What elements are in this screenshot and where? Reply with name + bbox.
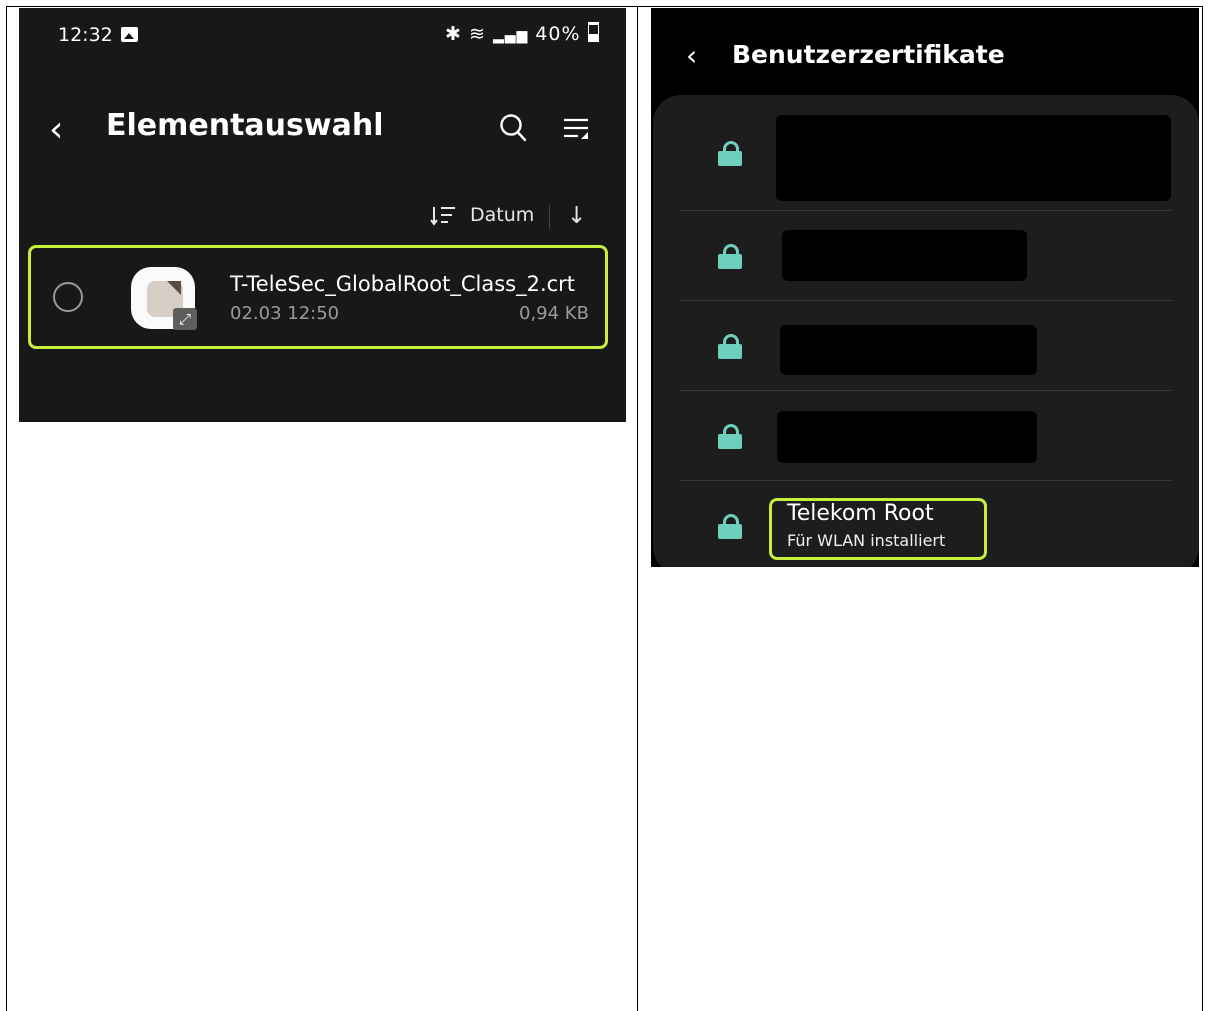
arrow-down-icon[interactable]: ↓: [567, 203, 586, 229]
certificate-item-redacted[interactable]: [776, 115, 1171, 201]
chevron-left-icon: ‹: [686, 39, 698, 72]
sort-divider: [549, 205, 550, 229]
file-name: T-TeleSec_GlobalRoot_Class_2.crt: [230, 272, 576, 296]
sort-label[interactable]: Datum: [470, 204, 534, 226]
row-divider: [680, 300, 1173, 301]
lock-icon: [718, 424, 742, 450]
table-border-left: [6, 6, 7, 1011]
image-icon: [121, 27, 138, 42]
certificate-item-redacted[interactable]: [782, 230, 1027, 281]
page-title: Elementauswahl: [106, 108, 384, 143]
certificate-name: Telekom Root: [787, 501, 934, 526]
file-date: 02.03 12:50: [230, 303, 340, 324]
menu-icon[interactable]: [563, 116, 589, 142]
row-divider: [680, 480, 1173, 481]
sort-icon[interactable]: [430, 205, 458, 227]
status-indicators: ✱ ≋ ▂▄▆ 40%: [445, 22, 599, 45]
user-certificates-screen: ‹ Benutzerzertifikate Telekom Root Für W…: [651, 8, 1199, 567]
certificate-item-redacted[interactable]: [780, 325, 1037, 375]
lock-icon: [718, 514, 742, 540]
battery-level: 40%: [535, 23, 581, 45]
wifi-icon: ≋: [468, 23, 486, 45]
certificate-subtitle: Für WLAN installiert: [787, 531, 946, 550]
page-title: Benutzerzertifikate: [732, 40, 1005, 69]
battery-icon: [587, 22, 599, 42]
back-button[interactable]: ‹: [686, 39, 697, 72]
chevron-left-icon: ‹: [49, 109, 64, 150]
shortcut-arrow-icon: ⤢: [173, 308, 197, 330]
certificate-item-redacted[interactable]: [777, 411, 1037, 463]
back-button[interactable]: ‹: [49, 112, 63, 148]
file-size: 0,94 KB: [519, 303, 589, 324]
search-icon[interactable]: [499, 113, 527, 143]
file-list-item[interactable]: [28, 245, 608, 349]
lock-icon: [718, 244, 742, 270]
select-radio[interactable]: [53, 282, 83, 312]
table-border-middle: [637, 6, 638, 1011]
bluetooth-icon: ✱: [445, 23, 462, 45]
file-picker-screen: 12:32 ✱ ≋ ▂▄▆ 40% ‹ Elementauswahl Datum…: [19, 8, 626, 422]
row-divider: [680, 210, 1173, 211]
lock-icon: [718, 141, 742, 167]
signal-icon: ▂▄▆: [492, 28, 529, 44]
document-fold: [167, 281, 181, 295]
row-divider: [680, 390, 1173, 391]
table-border-top: [6, 6, 1203, 7]
lock-icon: [718, 334, 742, 360]
status-time: 12:32: [58, 24, 113, 46]
table-border-right: [1202, 6, 1203, 1011]
